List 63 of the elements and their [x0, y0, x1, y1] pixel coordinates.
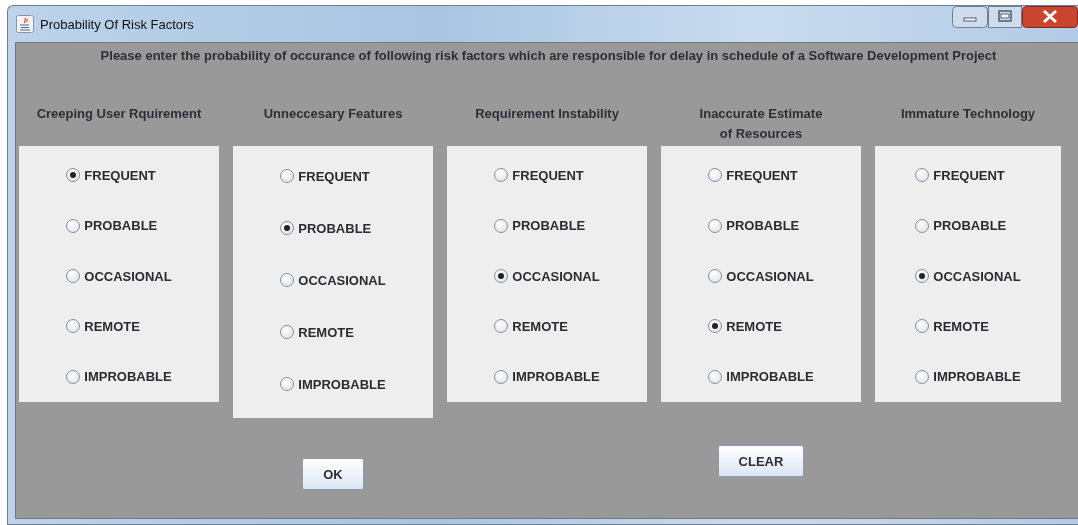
option-label[interactable]: IMPROBABLE	[512, 369, 600, 385]
option-label[interactable]: FREQUENT	[298, 168, 370, 184]
option-label[interactable]: IMPROBABLE	[726, 369, 814, 385]
option-label[interactable]: PROBABLE	[933, 218, 1007, 234]
radio-button[interactable]	[280, 273, 295, 287]
column-heading: Inaccurate Estimate of Resources	[698, 105, 824, 143]
app-icon	[16, 15, 34, 33]
column-heading: Requirement Instability	[474, 105, 620, 123]
option-label[interactable]: REMOTE	[512, 318, 568, 334]
minimize-icon[interactable]	[952, 6, 988, 28]
option-label[interactable]: IMPROBABLE	[298, 376, 386, 392]
radio-button[interactable]	[66, 369, 81, 384]
radio-button[interactable]	[280, 377, 295, 391]
radio-button[interactable]	[915, 319, 930, 334]
option-label[interactable]: FREQUENT	[512, 167, 584, 183]
maximize-icon[interactable]	[988, 6, 1022, 28]
radio-button[interactable]	[66, 319, 81, 334]
option-label[interactable]: REMOTE	[726, 318, 782, 334]
option-label[interactable]: PROBABLE	[512, 218, 586, 234]
option-label[interactable]: FREQUENT	[726, 167, 798, 183]
window-title: Probability Of Risk Factors	[40, 16, 194, 32]
radio-button[interactable]	[494, 269, 509, 283]
option-label[interactable]: PROBABLE	[298, 220, 372, 236]
option-label[interactable]: PROBABLE	[726, 218, 800, 234]
radio-button[interactable]	[66, 218, 81, 233]
instructions-text: Please enter the probability of occurance of following risk factors which are responsible for delay in schedule of a Software Development Project	[99, 47, 998, 65]
radio-button[interactable]	[280, 325, 295, 339]
option-label[interactable]: FREQUENT	[933, 167, 1005, 183]
radio-button[interactable]	[915, 369, 930, 384]
column-heading: Immature Technology	[899, 105, 1037, 123]
radio-button[interactable]	[708, 218, 723, 233]
radio-button[interactable]	[66, 269, 81, 283]
radio-button[interactable]	[915, 218, 930, 233]
option-label[interactable]: OCCASIONAL	[512, 268, 600, 284]
radio-button[interactable]	[280, 169, 295, 183]
radio-button[interactable]	[494, 319, 509, 334]
radio-button[interactable]	[494, 369, 509, 384]
option-label[interactable]: REMOTE	[933, 318, 989, 334]
radio-button[interactable]	[66, 168, 81, 183]
radio-button[interactable]	[494, 168, 509, 183]
radio-button[interactable]	[708, 269, 723, 283]
radio-button[interactable]	[708, 369, 723, 384]
option-label[interactable]: PROBABLE	[84, 218, 158, 234]
radio-button[interactable]	[708, 319, 723, 334]
option-label[interactable]: REMOTE	[84, 318, 140, 334]
dialog-button[interactable]: OK	[302, 458, 364, 490]
option-label[interactable]: IMPROBABLE	[933, 369, 1021, 385]
option-label[interactable]: OCCASIONAL	[726, 268, 814, 284]
option-label[interactable]: OCCASIONAL	[933, 268, 1021, 284]
option-label[interactable]: OCCASIONAL	[298, 272, 386, 288]
radio-button[interactable]	[494, 218, 509, 233]
option-label[interactable]: REMOTE	[298, 324, 354, 340]
column-heading: Creeping User Rquirement	[35, 105, 203, 123]
option-label[interactable]: IMPROBABLE	[84, 369, 172, 385]
column-heading: Unneccesary Features	[262, 105, 404, 123]
dialog-button[interactable]: CLEAR	[717, 445, 805, 477]
radio-button[interactable]	[915, 168, 930, 183]
radio-button[interactable]	[708, 168, 723, 183]
option-label[interactable]: OCCASIONAL	[84, 268, 172, 284]
close-icon[interactable]	[1022, 6, 1078, 28]
radio-button[interactable]	[280, 221, 295, 235]
option-label[interactable]: FREQUENT	[84, 167, 156, 183]
radio-button[interactable]	[915, 269, 930, 283]
